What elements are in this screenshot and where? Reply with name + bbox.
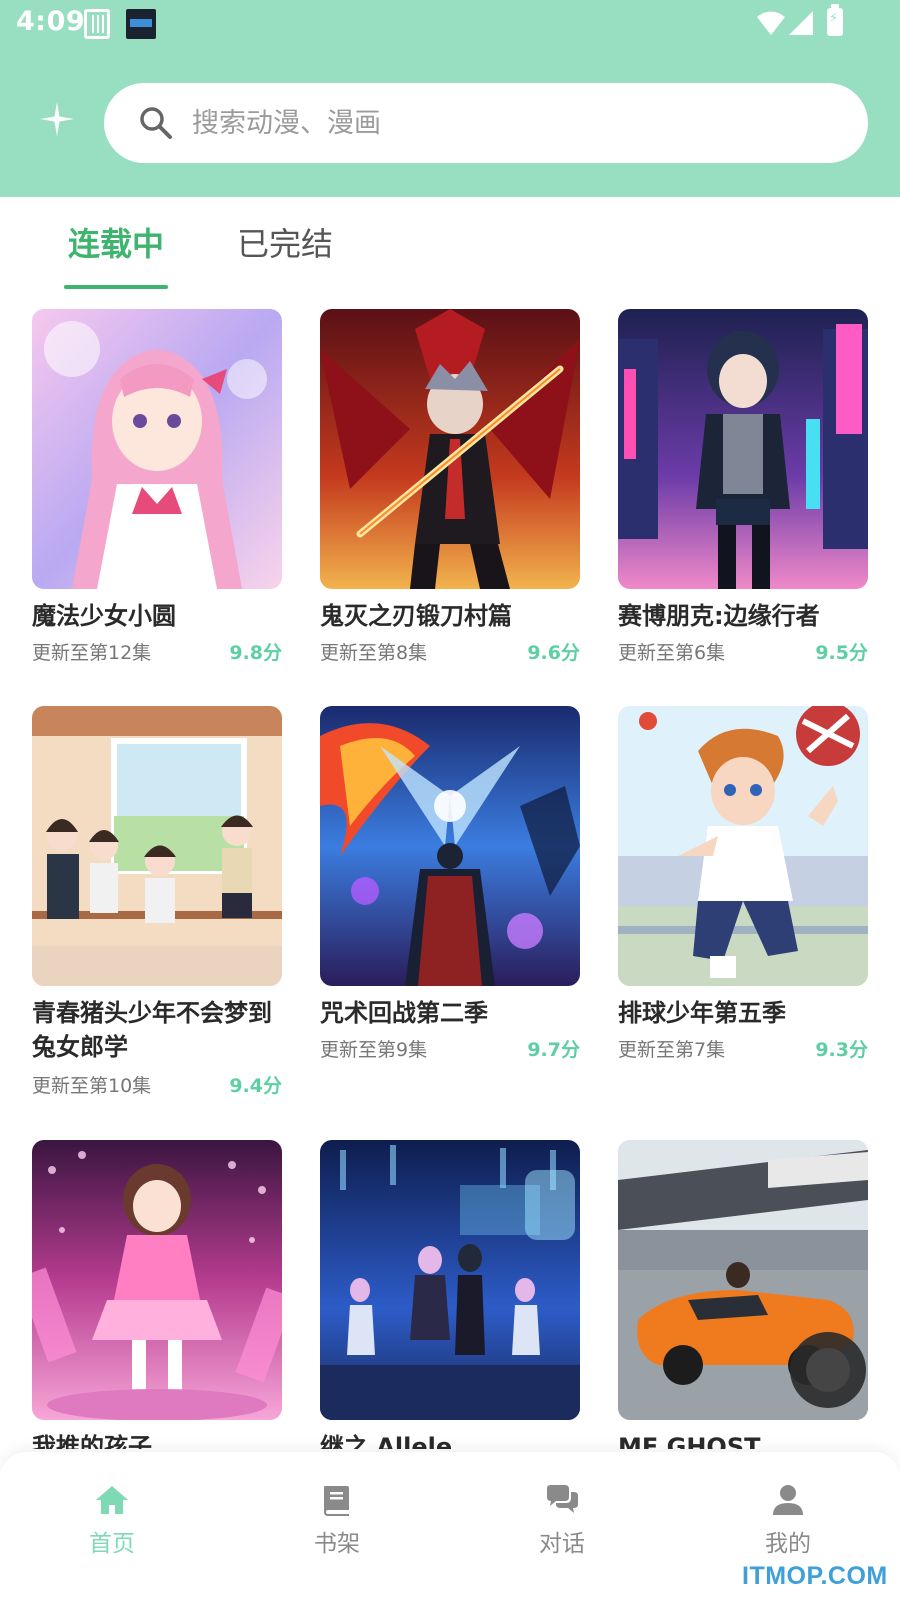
cover-image	[32, 706, 282, 986]
header: 4:09	[0, 0, 900, 197]
rating-score: 9.3分	[815, 1039, 868, 1061]
category-tabs: 连载中 已完结	[0, 197, 900, 293]
signal-icon	[789, 11, 813, 35]
cover-image	[32, 1140, 282, 1420]
tab-completed[interactable]: 已完结	[237, 219, 333, 265]
anime-card[interactable]: 青春猪头少年不会梦到兔女郎学 更新至第10集 9.4分	[32, 706, 282, 1106]
nav-label: 我的	[765, 1531, 811, 1557]
anime-title: 咒术回战第二季	[320, 999, 488, 1027]
tab-serializing[interactable]: 连载中	[68, 219, 164, 265]
anime-card[interactable]: 赛博朋克:边缘行者 更新至第6集 9.5分	[618, 309, 868, 669]
rating-score: 9.4分	[229, 1075, 282, 1097]
cover-image	[320, 1140, 580, 1420]
home-icon	[96, 1486, 128, 1514]
update-status: 更新至第10集	[32, 1075, 152, 1097]
active-tab-indicator	[64, 285, 168, 289]
notification-thumbnail-icon	[126, 9, 156, 39]
cover-image	[320, 706, 580, 986]
anime-card[interactable]: 我推的孩子	[32, 1140, 282, 1449]
update-status: 更新至第8集	[320, 642, 428, 664]
battery-charging-icon	[827, 4, 843, 36]
cover-image	[618, 706, 868, 986]
search-bar[interactable]	[104, 83, 868, 163]
wifi-icon	[757, 11, 785, 35]
nav-label: 首页	[89, 1531, 135, 1557]
rating-score: 9.8分	[229, 642, 282, 664]
anime-title: 赛博朋克:边缘行者	[618, 602, 820, 630]
anime-card[interactable]: 排球少年第五季 更新至第7集 9.3分	[618, 706, 868, 1066]
sim-card-icon	[84, 9, 110, 39]
anime-title: 青春猪头少年不会梦到兔女郎学	[32, 999, 272, 1061]
nav-home[interactable]: 首页	[52, 1482, 172, 1582]
anime-card[interactable]: MF GHOST	[618, 1140, 868, 1449]
nav-chat[interactable]: 对话	[502, 1482, 622, 1582]
rating-score: 9.5分	[815, 642, 868, 664]
update-status: 更新至第9集	[320, 1039, 428, 1061]
cover-image	[618, 1140, 868, 1420]
watermark: ITMOP.COM	[742, 1562, 888, 1590]
update-status: 更新至第12集	[32, 642, 152, 664]
anime-title: 鬼灭之刃锻刀村篇	[320, 602, 512, 630]
update-status: 更新至第7集	[618, 1039, 726, 1061]
cover-image	[618, 309, 868, 589]
book-icon	[324, 1486, 349, 1516]
sparkle-icon[interactable]	[38, 100, 76, 138]
chat-icon	[547, 1485, 578, 1513]
anime-card[interactable]: 魔法少女小圆 更新至第12集 9.8分	[32, 309, 282, 669]
rating-score: 9.7分	[527, 1039, 580, 1061]
anime-card[interactable]: 咒术回战第二季 更新至第9集 9.7分	[320, 706, 580, 1066]
cover-image	[320, 309, 580, 589]
search-input[interactable]	[192, 97, 832, 149]
anime-title: MF GHOST	[618, 1433, 761, 1449]
anime-card[interactable]: 鬼灭之刃锻刀村篇 更新至第8集 9.6分	[320, 309, 580, 669]
cover-image	[32, 309, 282, 589]
anime-title: 魔法少女小圆	[32, 602, 176, 630]
update-status: 更新至第6集	[618, 642, 726, 664]
user-icon	[773, 1485, 803, 1515]
status-bar: 4:09	[0, 0, 900, 48]
anime-title: 继之 Allele	[320, 1433, 453, 1449]
search-icon	[140, 107, 172, 139]
anime-title: 排球少年第五季	[618, 999, 786, 1027]
anime-card[interactable]: 继之 Allele	[320, 1140, 580, 1449]
rating-score: 9.6分	[527, 642, 580, 664]
anime-grid: 魔法少女小圆 更新至第12集 9.8分 鬼灭之刃锻刀村篇 更新至第8集 9.6分…	[0, 309, 900, 1449]
nav-label: 书架	[314, 1531, 360, 1557]
status-time: 4:09	[16, 6, 86, 37]
anime-title: 我推的孩子	[32, 1433, 152, 1449]
nav-label: 对话	[539, 1531, 585, 1557]
nav-bookshelf[interactable]: 书架	[277, 1482, 397, 1582]
